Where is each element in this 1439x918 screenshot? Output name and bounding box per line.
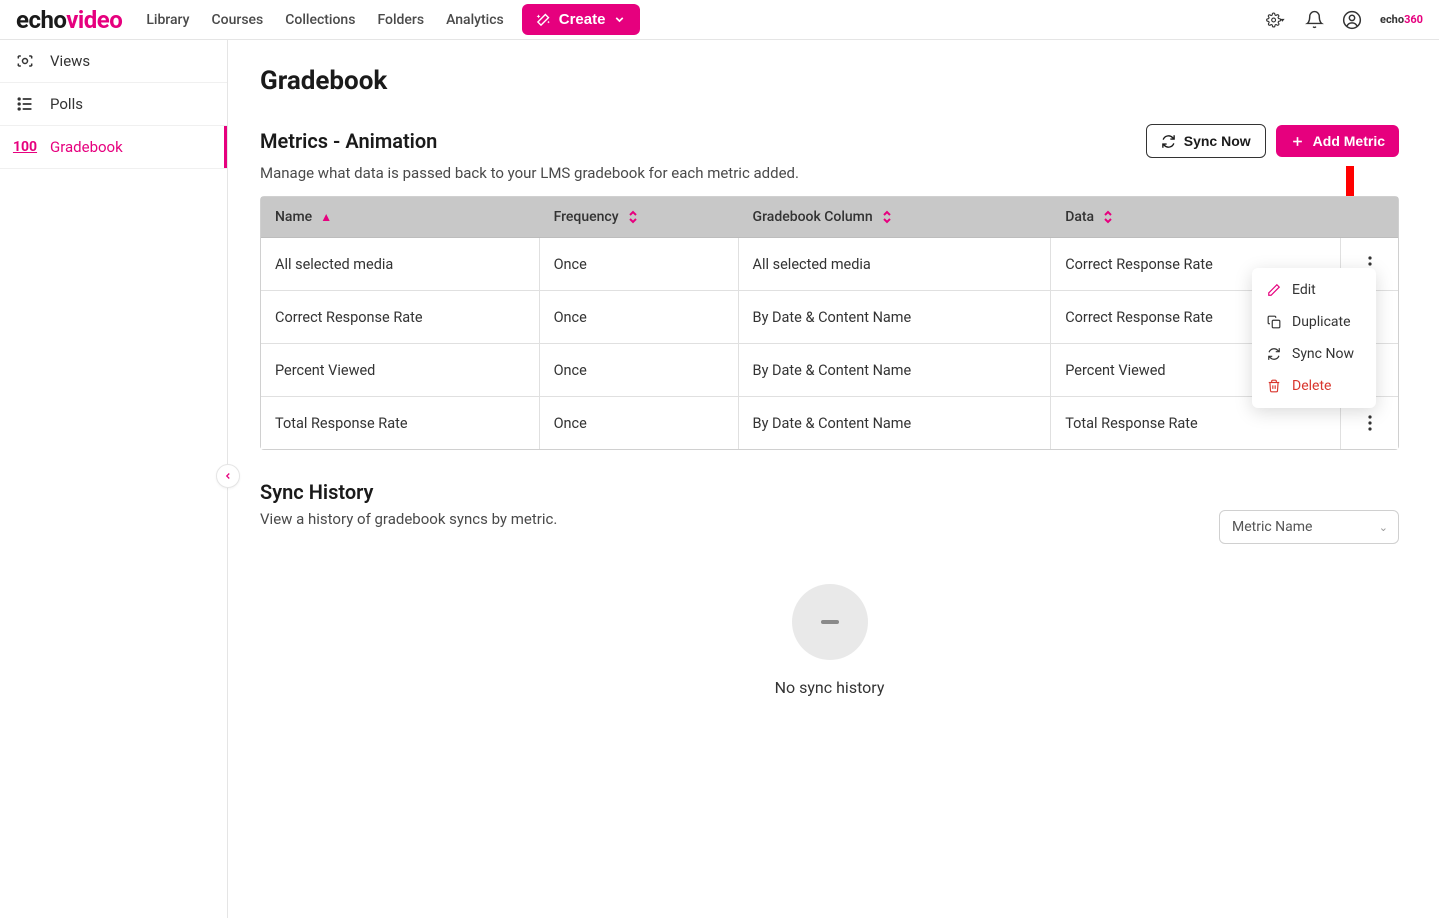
popover-edit[interactable]: Edit [1252,274,1376,306]
add-metric-label: Add Metric [1313,133,1385,149]
metric-name-select[interactable]: Metric Name ⌄ [1219,510,1399,544]
nav-library[interactable]: Library [146,12,189,28]
topbar: echovideo Library Courses Collections Fo… [0,0,1439,40]
empty-state-text: No sync history [260,678,1399,697]
cell-actions: Edit Duplicate Sync Now [1341,238,1398,290]
cell-frequency: Once [540,290,739,343]
sidebar-label-views: Views [50,52,90,70]
empty-state: No sync history [260,584,1399,697]
sync-history: Sync History View a history of gradebook… [260,480,1399,697]
sidebar-collapse-button[interactable] [216,464,240,488]
row-actions-popover: Edit Duplicate Sync Now [1252,268,1376,408]
cell-name: Total Response Rate [261,396,540,449]
sync-history-subtext: View a history of gradebook syncs by met… [260,510,1219,528]
sort-asc-icon: ▲ [320,210,332,224]
th-data[interactable]: Data [1051,197,1341,238]
nav-folders[interactable]: Folders [377,12,424,28]
cell-name: Correct Response Rate [261,290,540,343]
table-row: All selected media Once All selected med… [261,238,1398,290]
nav-courses[interactable]: Courses [212,12,264,28]
refresh-icon [1161,134,1176,149]
logo-part2: video [66,6,122,34]
metrics-table: Name▲ Frequency Gradebook Column Data Al… [260,196,1399,450]
popover-duplicate[interactable]: Duplicate [1252,306,1376,338]
cell-gradebook: All selected media [739,238,1052,290]
sidebar-item-views[interactable]: Views [0,40,227,83]
sidebar-item-gradebook[interactable]: 100 Gradebook [0,126,227,169]
table-row: Correct Response Rate Once By Date & Con… [261,290,1398,343]
cell-gradebook: By Date & Content Name [739,343,1052,396]
nav-analytics[interactable]: Analytics [446,12,504,28]
copy-icon [1266,315,1282,329]
pencil-icon [1266,283,1282,297]
gradebook-icon: 100 [14,136,36,158]
add-metric-button[interactable]: Add Metric [1276,125,1399,157]
nav-links: Library Courses Collections Folders Anal… [146,12,503,28]
popover-sync-now[interactable]: Sync Now [1252,338,1376,370]
kebab-menu-icon[interactable] [1358,411,1382,435]
user-icon[interactable] [1342,10,1362,30]
metrics-subtext: Manage what data is passed back to your … [260,164,1399,182]
logo-part1: echo [16,6,66,34]
sidebar: Views Polls 100 Gradebook [0,40,228,918]
cell-frequency: Once [540,238,739,290]
logo[interactable]: echovideo [16,6,122,34]
cell-gradebook: By Date & Content Name [739,396,1052,449]
cell-name: Percent Viewed [261,343,540,396]
chevron-down-icon: ⌄ [1379,521,1388,534]
metrics-header: Metrics - Animation Sync Now Add Metric [260,124,1399,158]
sort-icon [881,210,893,224]
sort-icon [1102,210,1114,224]
metrics-title: Metrics - Animation [260,129,1146,153]
views-icon [14,50,36,72]
sidebar-label-polls: Polls [50,95,83,113]
cell-gradebook: By Date & Content Name [739,290,1052,343]
th-actions [1341,197,1398,238]
cell-frequency: Once [540,343,739,396]
sync-history-title: Sync History [260,480,1399,504]
nav-collections[interactable]: Collections [285,12,355,28]
cell-frequency: Once [540,396,739,449]
table-row: Percent Viewed Once By Date & Content Na… [261,343,1398,396]
sync-now-label: Sync Now [1184,133,1251,149]
polls-icon [14,93,36,115]
create-button[interactable]: Create [522,4,641,35]
th-gradebook[interactable]: Gradebook Column [739,197,1052,238]
sidebar-item-polls[interactable]: Polls [0,83,227,126]
page-title: Gradebook [260,66,1399,96]
metric-select-value: Metric Name [1232,519,1312,535]
plus-icon [1290,134,1305,149]
empty-state-icon [792,584,868,660]
create-label: Create [559,11,606,28]
th-name[interactable]: Name▲ [261,197,540,238]
table-row: Total Response Rate Once By Date & Conte… [261,396,1398,449]
cell-name: All selected media [261,238,540,290]
table-header-row: Name▲ Frequency Gradebook Column Data [261,197,1398,238]
sync-now-button[interactable]: Sync Now [1146,124,1266,158]
magic-wand-icon [536,12,551,27]
main-content: Gradebook Metrics - Animation Sync Now A… [228,40,1439,918]
bell-icon[interactable] [1304,10,1324,30]
chevron-down-icon [613,13,626,26]
sidebar-label-gradebook: Gradebook [50,138,123,156]
settings-icon[interactable] [1266,10,1286,30]
sort-icon [627,210,639,224]
trash-icon [1266,379,1282,393]
popover-delete[interactable]: Delete [1252,370,1376,402]
th-frequency[interactable]: Frequency [540,197,739,238]
topbar-icons: echo360 [1266,10,1423,30]
refresh-icon [1266,347,1282,361]
brand-mini[interactable]: echo360 [1380,13,1423,26]
